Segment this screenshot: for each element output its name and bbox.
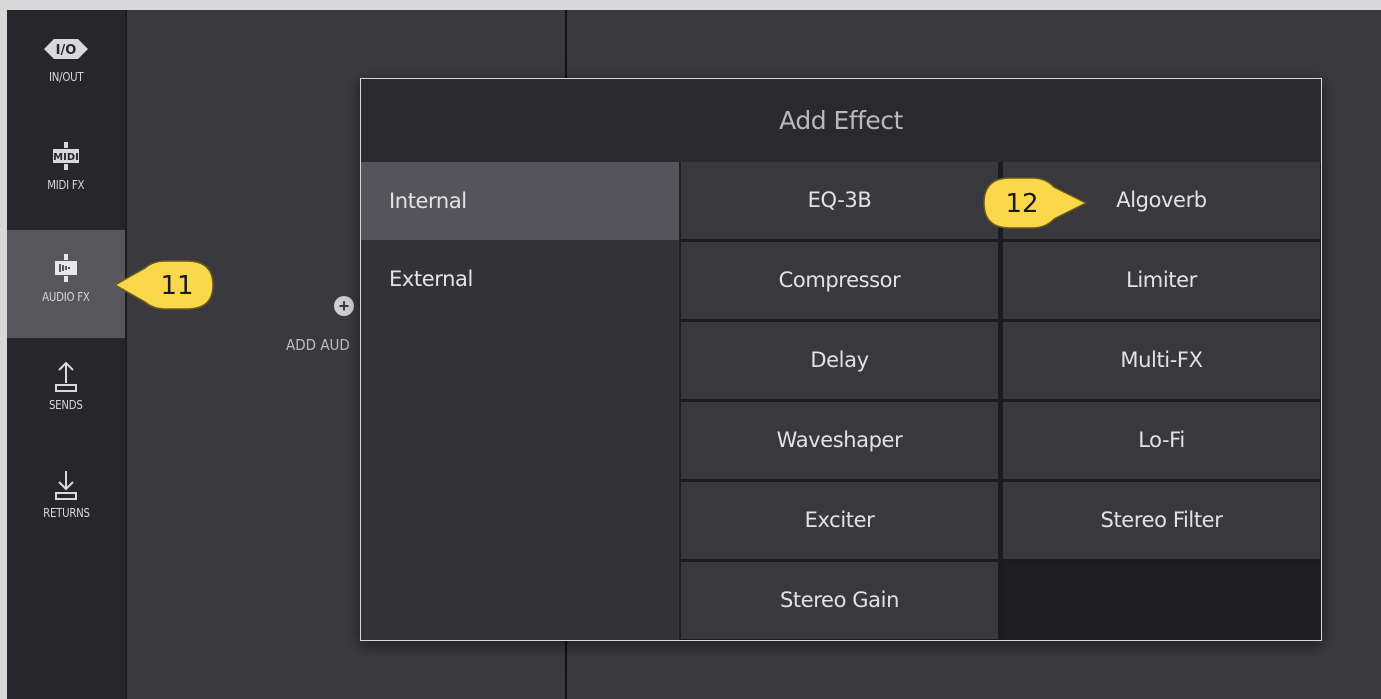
- effect-waveshaper[interactable]: Waveshaper: [681, 402, 998, 479]
- effects-grid: EQ-3B Algoverb Compressor Limiter Delay …: [681, 162, 1321, 640]
- effect-limiter[interactable]: Limiter: [1003, 242, 1320, 319]
- sidebar-item-midi-fx[interactable]: MIDI MIDI FX: [7, 118, 125, 226]
- category-list: Internal External: [361, 162, 679, 640]
- sidebar-item-label: SENDS: [49, 398, 83, 412]
- dialog-title: Add Effect: [361, 79, 1321, 162]
- sidebar-item-sends[interactable]: SENDS: [7, 338, 125, 446]
- sidebar-item-returns[interactable]: RETURNS: [7, 446, 125, 554]
- effect-stereo-filter[interactable]: Stereo Filter: [1003, 482, 1320, 559]
- effect-delay[interactable]: Delay: [681, 322, 998, 399]
- returns-icon: [51, 470, 81, 500]
- category-external[interactable]: External: [361, 240, 679, 318]
- category-internal[interactable]: Internal: [361, 162, 679, 240]
- sidebar-item-label: AUDIO FX: [42, 290, 90, 304]
- effect-exciter[interactable]: Exciter: [681, 482, 998, 559]
- callout-11-text: 11: [160, 271, 193, 301]
- callout-11: 11: [113, 260, 214, 310]
- callout-12-text: 12: [1005, 189, 1038, 219]
- add-audio-label: ADD AUD: [286, 336, 350, 354]
- sidebar-item-label: IN/OUT: [48, 70, 84, 84]
- audio-fx-icon: [48, 254, 84, 284]
- add-icon: +: [334, 296, 354, 316]
- effect-eq-3b[interactable]: EQ-3B: [681, 162, 998, 239]
- add-effect-dialog: Add Effect Internal External EQ-3B Algov…: [360, 78, 1322, 641]
- effect-stereo-gain[interactable]: Stereo Gain: [681, 562, 998, 639]
- svg-text:I/O: I/O: [56, 43, 77, 58]
- sidebar-item-label: RETURNS: [42, 506, 90, 520]
- effect-lo-fi[interactable]: Lo-Fi: [1003, 402, 1320, 479]
- sidebar-item-label: MIDI FX: [47, 178, 85, 192]
- sidebar-item-in-out[interactable]: I/O IN/OUT: [7, 10, 125, 118]
- effect-empty-slot: [1003, 562, 1320, 639]
- sidebar: I/O IN/OUT MIDI MIDI FX AUDIO FX SENDS R…: [7, 10, 127, 699]
- effect-multi-fx[interactable]: Multi-FX: [1003, 322, 1320, 399]
- sidebar-item-audio-fx[interactable]: AUDIO FX: [7, 230, 125, 338]
- in-out-icon: I/O: [44, 34, 88, 64]
- effect-compressor[interactable]: Compressor: [681, 242, 998, 319]
- svg-text:MIDI: MIDI: [53, 152, 79, 163]
- sends-icon: [51, 361, 81, 392]
- callout-12: 12: [983, 177, 1088, 229]
- midi-icon: MIDI: [48, 142, 84, 172]
